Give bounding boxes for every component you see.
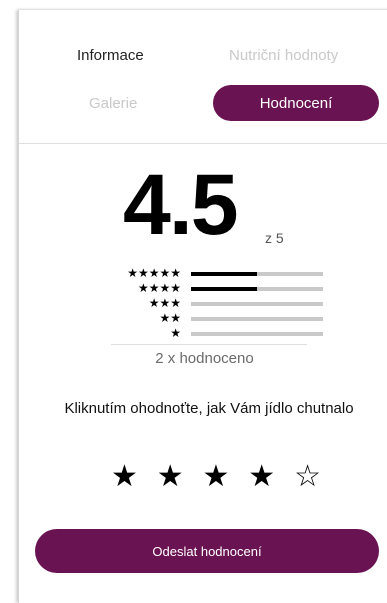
histogram-bar-track: [191, 302, 323, 306]
tabs-divider: [19, 143, 387, 144]
histogram-stars-5: ★★★★★: [127, 266, 181, 280]
rating-histogram: ★★★★★ ★★★★ ★★★ ★★ ★: [91, 266, 331, 340]
histogram-row-5: ★★★★★: [91, 266, 331, 280]
histogram-divider: [111, 344, 307, 345]
histogram-row-4: ★★★★: [91, 281, 331, 295]
rating-count: 2 x hodnoceno: [155, 350, 254, 367]
star-4-icon[interactable]: ★: [248, 460, 275, 494]
rating-max-label: z 5: [265, 230, 284, 246]
star-1-icon[interactable]: ★: [111, 460, 138, 494]
histogram-bar-track: [191, 272, 323, 276]
histogram-stars-3: ★★★: [148, 296, 181, 310]
histogram-bar-track: [191, 287, 323, 291]
tab-hodnoceni[interactable]: Hodnocení: [213, 85, 379, 121]
histogram-stars-2: ★★: [159, 311, 181, 325]
tab-galerie[interactable]: Galerie: [89, 95, 137, 112]
histogram-stars-4: ★★★★: [137, 281, 181, 295]
histogram-bar-track: [191, 317, 323, 321]
average-rating: 4.5: [123, 157, 239, 253]
histogram-bar-fill: [191, 287, 257, 291]
tab-informace[interactable]: Informace: [77, 47, 144, 64]
histogram-bar-fill: [191, 272, 257, 276]
submit-rating-button[interactable]: Odeslat hodnocení: [35, 529, 379, 573]
rating-card: Informace Nutriční hodnoty Galerie Hodno…: [18, 10, 387, 603]
histogram-row-1: ★: [91, 326, 331, 340]
histogram-bar-track: [191, 332, 323, 336]
histogram-row-2: ★★: [91, 311, 331, 325]
tab-nutricni-hodnoty[interactable]: Nutriční hodnoty: [229, 47, 338, 64]
star-5-icon[interactable]: ☆: [294, 460, 321, 494]
histogram-row-3: ★★★: [91, 296, 331, 310]
histogram-stars-1: ★: [170, 326, 181, 340]
rate-prompt: Kliknutím ohodnoťte, jak Vám jídlo chutn…: [64, 400, 354, 417]
star-2-icon[interactable]: ★: [157, 460, 184, 494]
user-rating-stars: ★ ★ ★ ★ ☆: [111, 460, 321, 494]
star-3-icon[interactable]: ★: [203, 460, 230, 494]
